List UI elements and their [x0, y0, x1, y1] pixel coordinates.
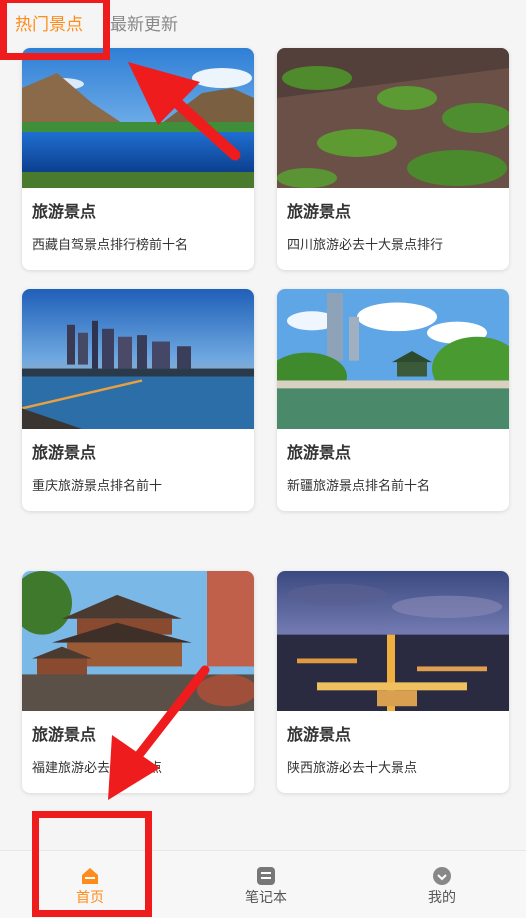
annotation-arrows [108, 62, 241, 800]
